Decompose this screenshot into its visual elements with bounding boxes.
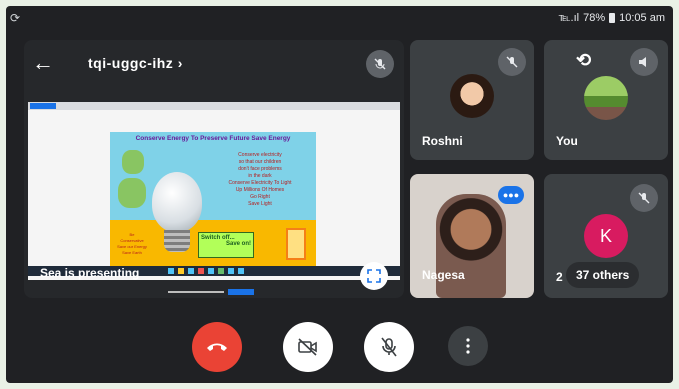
camera-toggle-button[interactable] (283, 322, 333, 372)
participant-name: 2 (556, 270, 563, 284)
audio-icon[interactable] (630, 48, 658, 76)
avatar-roshni (450, 74, 494, 118)
more-options-button[interactable] (448, 326, 488, 366)
slide-title: Conserve Energy To Preserve Future Save … (135, 135, 291, 142)
status-bar: ⟳ ℡.ıl 78% 10:05 am (6, 6, 673, 30)
muted-icon (498, 48, 526, 76)
participant-name: Nagesa (422, 268, 465, 282)
participant-tile-nagesa[interactable]: ●●● Nagesa (410, 174, 534, 298)
fullscreen-icon (367, 269, 381, 283)
plant-image (122, 150, 144, 174)
signal-icon: ℡.ıl (558, 12, 580, 24)
slide-pager (168, 288, 268, 296)
participant-tile-you[interactable]: ⟲ You (544, 40, 668, 160)
presenter-label: Sea is presenting (40, 266, 140, 280)
speaking-indicator-icon: ●●● (498, 186, 524, 204)
light-switch-image (286, 228, 306, 260)
meeting-code[interactable]: tqi-uggc-ihz › (88, 55, 183, 71)
muted-icon (630, 184, 658, 212)
mic-off-icon (381, 337, 397, 357)
slide: Conserve Energy To Preserve Future Save … (110, 132, 316, 270)
avatar-you (584, 76, 628, 120)
participant-tile-others[interactable]: K 2 37 others (544, 174, 668, 298)
camera-off-icon (298, 338, 317, 356)
presenter-muted-icon (366, 50, 394, 78)
switch-camera-icon[interactable]: ⟲ (576, 50, 591, 71)
shared-screen: Conserve Energy To Preserve Future Save … (28, 102, 400, 295)
slide-left-note: Be Conservative Save our Energy Save Ear… (117, 232, 147, 255)
participant-name: You (556, 134, 578, 148)
others-count-pill[interactable]: 37 others (566, 262, 640, 288)
more-vert-icon (466, 338, 470, 354)
lightbulb-base (164, 230, 190, 252)
slide-app-toolbar (28, 102, 400, 110)
participant-video (436, 194, 506, 298)
presentation-toolbar: ← tqi-uggc-ihz › (24, 40, 404, 88)
slide-text-right: Conserve electricity so that our childre… (228, 152, 292, 207)
fullscreen-button[interactable] (360, 262, 388, 290)
battery-icon (609, 12, 616, 23)
microphone-toggle-button[interactable] (364, 322, 414, 372)
lightbulb-image (152, 172, 202, 232)
avatar-letter: K (584, 214, 628, 258)
plant-image (118, 178, 146, 208)
call-controls (6, 318, 673, 378)
sync-icon: ⟳ (10, 11, 21, 25)
participant-tile-roshni[interactable]: Roshni (410, 40, 534, 160)
battery-percent: 78% (583, 11, 606, 24)
meet-screen: ⟳ ℡.ıl 78% 10:05 am ← tqi-uggc-ihz › Con… (6, 6, 673, 383)
participant-name: Roshni (422, 134, 463, 148)
presentation-tile[interactable]: ← tqi-uggc-ihz › Conserve Energy To Pres… (24, 40, 404, 298)
status-right: ℡.ıl 78% 10:05 am (558, 11, 665, 25)
clock: 10:05 am (619, 11, 665, 24)
hang-up-icon (207, 343, 227, 351)
back-arrow-icon[interactable]: ← (32, 52, 54, 74)
switch-off-sign: Switch off... Save on! (198, 232, 254, 258)
end-call-button[interactable] (192, 322, 242, 372)
